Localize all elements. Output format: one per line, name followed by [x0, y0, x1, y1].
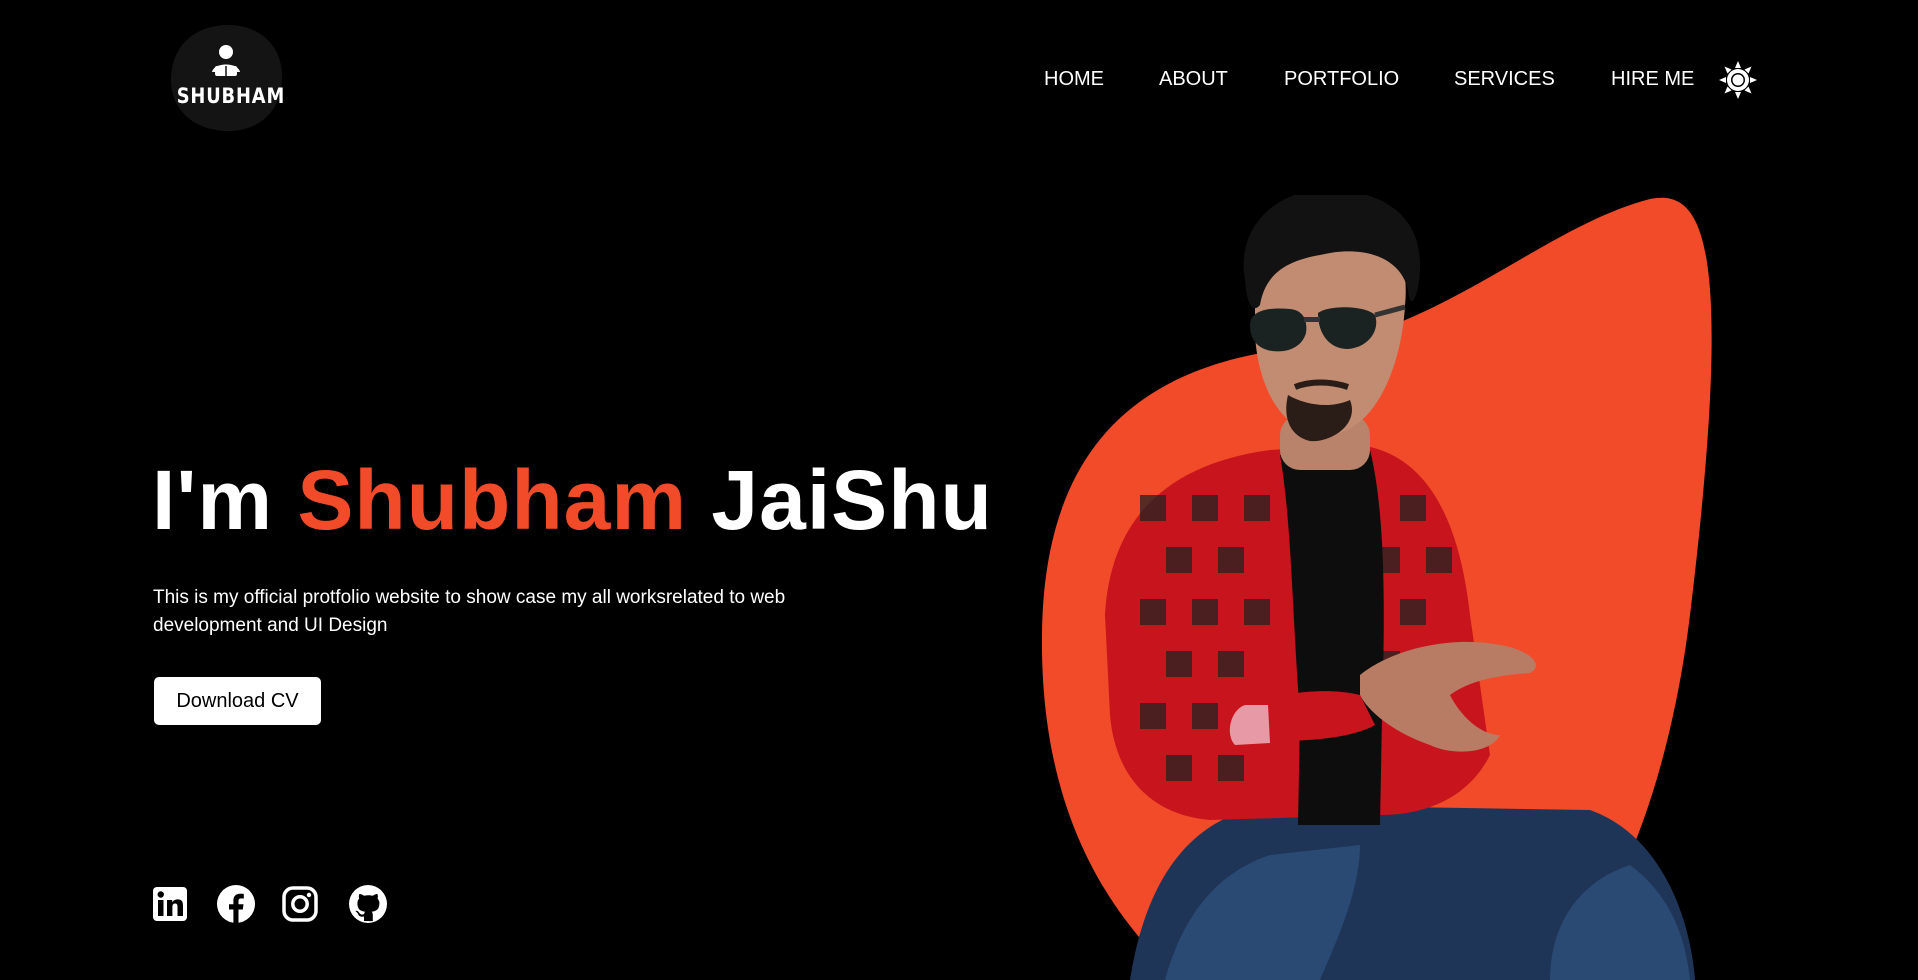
hero-title-accent: Shubham	[297, 453, 688, 547]
hero-art	[1030, 189, 1730, 980]
instagram-link[interactable]	[282, 886, 318, 922]
facebook-link[interactable]	[216, 885, 255, 923]
hero-title-suffix: JaiShu	[711, 453, 993, 547]
hero-blob-portrait	[1041, 189, 1712, 980]
hero-title-prefix: I'm	[152, 453, 274, 547]
instagram-icon	[282, 886, 318, 922]
hero-description: This is my official protfolio website to…	[153, 587, 786, 636]
linkedin-link[interactable]	[152, 886, 188, 922]
logo-text: SHUBHAM	[176, 84, 286, 108]
github-icon	[349, 885, 387, 923]
sun-icon	[1719, 61, 1757, 99]
nav-services[interactable]: SERVICES	[1454, 68, 1555, 91]
nav-portfolio[interactable]: PORTFOLIO	[1284, 68, 1399, 91]
nav-about[interactable]: ABOUT	[1159, 68, 1228, 91]
github-link[interactable]	[348, 885, 387, 923]
download-cv-button[interactable]: Download CV	[154, 677, 321, 725]
site-logo[interactable]: SHUBHAM	[168, 22, 284, 134]
hero-title: I'm Shubham JaiShu	[152, 458, 993, 542]
nav-home[interactable]: HOME	[1044, 68, 1104, 91]
logo-badge	[170, 24, 282, 132]
theme-toggle-button[interactable]	[1718, 60, 1758, 100]
portfolio-page: SHUBHAM HOME ABOUT PORTFOLIO SERVICES HI…	[0, 0, 1918, 980]
facebook-icon	[217, 885, 255, 923]
nav-hire-me[interactable]: HIRE ME	[1611, 68, 1694, 91]
linkedin-icon	[153, 887, 187, 921]
